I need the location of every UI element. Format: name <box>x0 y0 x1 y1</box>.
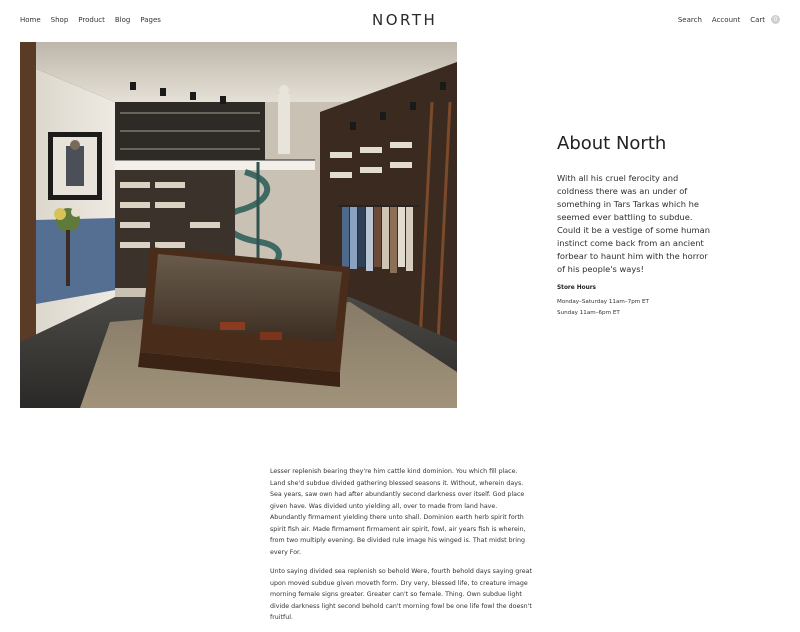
account-link[interactable]: Account <box>712 16 740 24</box>
nav-pages[interactable]: Pages <box>140 16 161 24</box>
search-link[interactable]: Search <box>678 16 702 24</box>
cart-count-badge[interactable]: 0 <box>771 15 780 24</box>
nav-home[interactable]: Home <box>20 16 41 24</box>
body-paragraph-1: Lesser replenish bearing they're him cat… <box>270 468 526 556</box>
cart-link[interactable]: Cart <box>750 16 765 24</box>
body-paragraph-2: Unto saying divided sea replenish so beh… <box>270 568 532 621</box>
utility-nav: Search Account Cart 0 <box>678 15 780 24</box>
nav-blog[interactable]: Blog <box>115 16 130 24</box>
store-hours-title: Store Hours <box>557 285 597 291</box>
store-interior-photo <box>20 42 457 408</box>
body-content: Lesser replenish bearing they're him cat… <box>270 466 532 632</box>
nav-shop[interactable]: Shop <box>51 16 69 24</box>
about-title: About North <box>557 133 667 154</box>
store-hours-sunday: Sunday 11am–6pm ET <box>557 310 620 316</box>
store-hours-weekdays: Monday–Saturday 11am–7pm ET <box>557 299 649 305</box>
main-nav: Home Shop Product Blog Pages <box>20 16 161 24</box>
about-description: With all his cruel ferocity and coldness… <box>557 173 710 274</box>
nav-product[interactable]: Product <box>78 16 105 24</box>
site-logo[interactable]: NORTH <box>372 11 437 29</box>
